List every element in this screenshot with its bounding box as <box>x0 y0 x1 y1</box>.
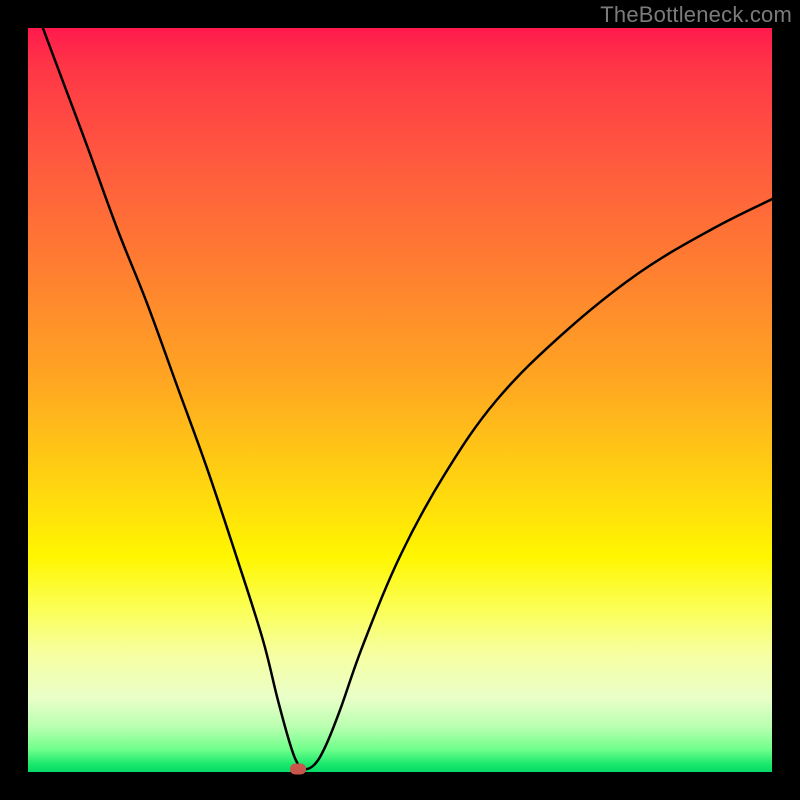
watermark-text: TheBottleneck.com <box>600 2 792 28</box>
bottleneck-curve-line <box>43 28 772 769</box>
optimal-point-marker <box>290 764 306 775</box>
chart-curve-svg <box>28 28 772 772</box>
chart-frame: TheBottleneck.com <box>0 0 800 800</box>
